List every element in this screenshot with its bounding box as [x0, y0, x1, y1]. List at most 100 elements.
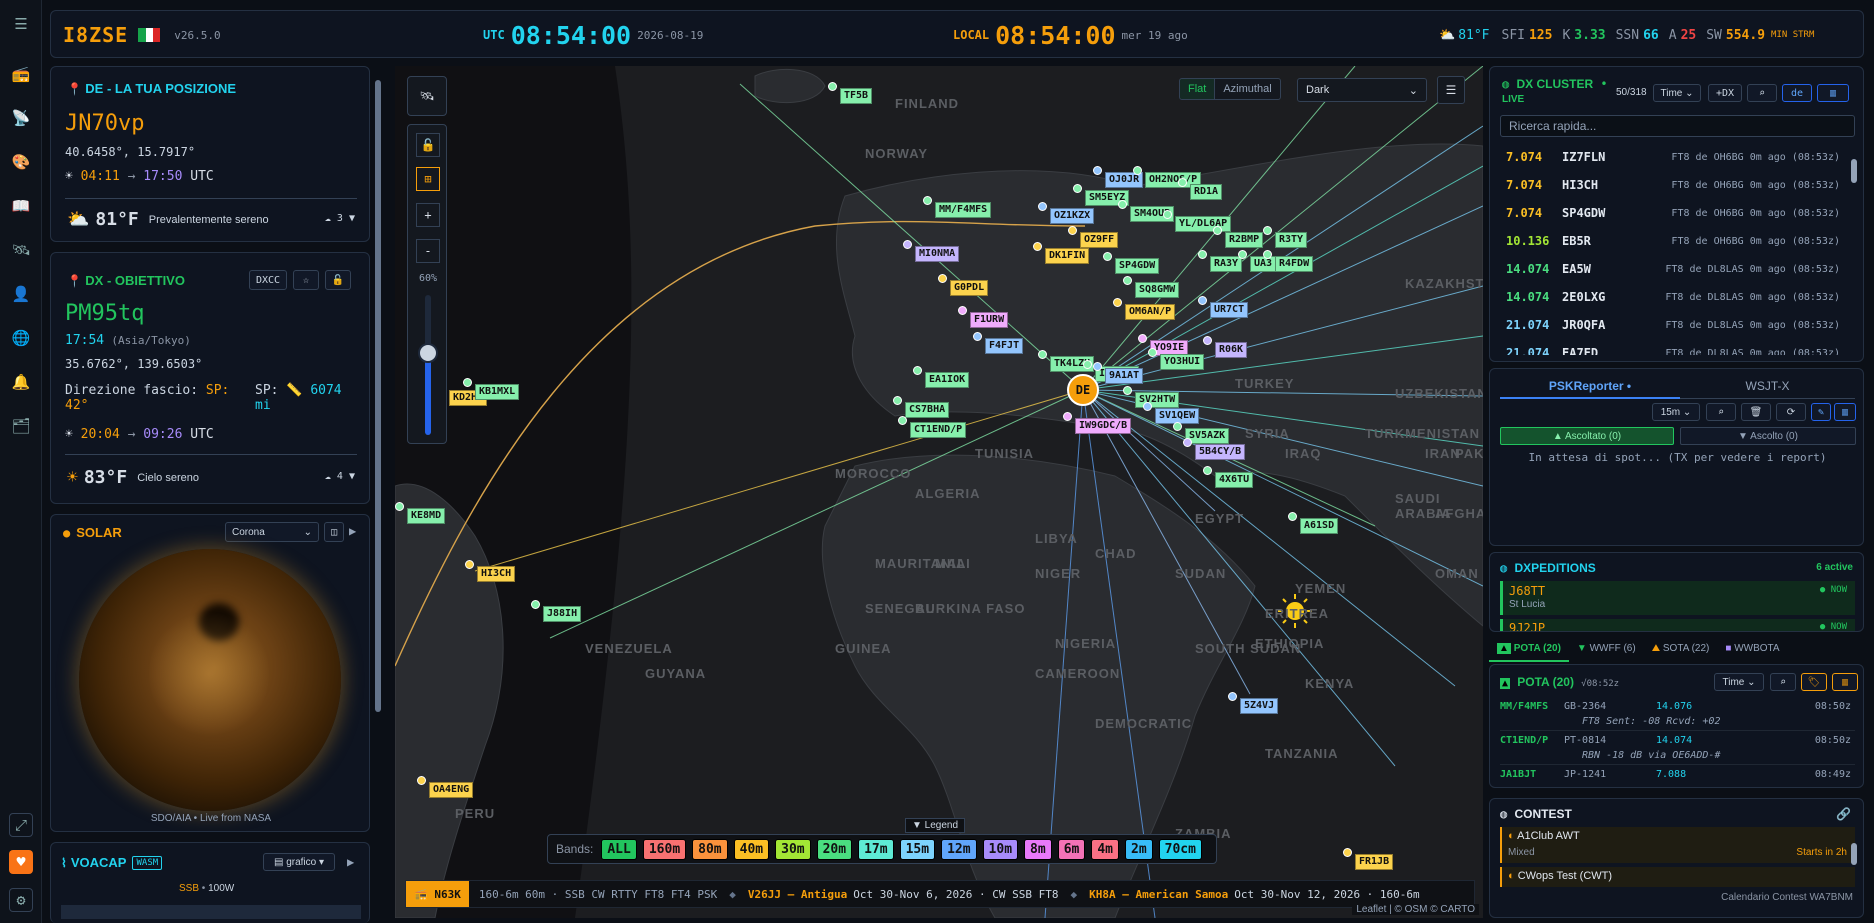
contest-item[interactable]: ◐ CWops Test (CWT)	[1500, 867, 1855, 887]
spot-dot[interactable]	[417, 776, 426, 785]
band-chip-10m[interactable]: 10m	[982, 838, 1019, 860]
spot-dot[interactable]	[463, 378, 472, 387]
callsign-label[interactable]: CT1END/P	[910, 422, 967, 438]
link-icon[interactable]: 🔗	[1836, 807, 1851, 821]
spot-dot[interactable]	[1163, 210, 1172, 219]
callsign-label[interactable]: J88IH	[543, 606, 582, 622]
callsign-label[interactable]: A61SD	[1300, 518, 1339, 534]
tab-wwbota[interactable]: ■ WWBOTA	[1717, 640, 1787, 662]
expand-icon[interactable]: ⤢	[9, 813, 33, 837]
callsign-label[interactable]: KB1MXL	[475, 384, 520, 400]
antenna-icon[interactable]: 📡	[9, 106, 33, 130]
callsign-label[interactable]: R4FDW	[1275, 256, 1314, 272]
cluster-spot-row[interactable]: 10.136 EB5R FT8 de OH6BG 0m ago (08:53z)	[1500, 227, 1840, 255]
tab-wwff[interactable]: ▼ WWFF (6)	[1569, 640, 1644, 662]
callsign-label[interactable]: HI3CH	[477, 566, 516, 582]
play-icon[interactable]: ▶	[349, 524, 356, 538]
band-chip-30m[interactable]: 30m	[775, 838, 811, 860]
dxped-item[interactable]: 9J2JP ● NOW	[1500, 619, 1855, 631]
bell-icon[interactable]: 🔔	[9, 370, 33, 394]
dxped-item[interactable]: J68TT St Lucia ● NOW	[1500, 581, 1855, 615]
spot-dot[interactable]	[1133, 166, 1142, 175]
spot-dot[interactable]	[1198, 296, 1207, 305]
add-dx-button[interactable]: +DX	[1708, 84, 1742, 102]
map-toggle-icon[interactable]: ▥	[1832, 673, 1858, 691]
spot-dot[interactable]	[1203, 466, 1212, 475]
callsign-label[interactable]: G0PDL	[950, 280, 989, 296]
band-chip-80m[interactable]: 80m	[692, 838, 728, 860]
cluster-scrollbar[interactable]	[1851, 159, 1857, 183]
layers-icon[interactable]: 🛰	[407, 76, 447, 116]
tab-pskreporter[interactable]: PSKReporter •	[1500, 379, 1680, 399]
tab-sota[interactable]: ⛰ SOTA (22)	[1644, 640, 1718, 662]
band-chip-160m[interactable]: 160m	[642, 838, 687, 860]
spot-dot[interactable]	[1198, 250, 1207, 259]
zoom-slider-thumb[interactable]	[418, 343, 438, 363]
callsign-label[interactable]: FR1JB	[1355, 854, 1394, 870]
spot-dot[interactable]	[1213, 226, 1222, 235]
lock-map-icon[interactable]: 🔓	[416, 133, 440, 157]
cluster-search-input[interactable]: Ricerca rapida...	[1500, 115, 1855, 137]
spot-dot[interactable]	[973, 332, 982, 341]
callsign-label[interactable]: KE8MD	[407, 508, 446, 524]
spot-dot[interactable]	[1038, 202, 1047, 211]
spot-dot[interactable]	[395, 502, 404, 511]
map-toggle-icon[interactable]: ▥	[1817, 84, 1849, 102]
heart-icon[interactable]: ♥	[9, 850, 33, 874]
spot-dot[interactable]	[898, 416, 907, 425]
tag-icon[interactable]: 🏷	[1801, 673, 1827, 691]
play-icon[interactable]: ▶	[347, 855, 354, 869]
callsign-label[interactable]: IW9GDC/B	[1075, 418, 1132, 434]
search-icon[interactable]: ⌕	[1747, 84, 1777, 102]
callsign-label[interactable]: 9A1AT	[1105, 368, 1144, 384]
de-filter-button[interactable]: de	[1782, 84, 1812, 102]
spot-dot[interactable]	[1073, 184, 1082, 193]
legend-toggle[interactable]: ▼ Legend	[905, 818, 966, 833]
satellite-icon[interactable]: 🛰	[9, 238, 33, 262]
callsign-label[interactable]: MM/F4MFS	[935, 202, 992, 218]
callsign-label[interactable]: R06K	[1215, 342, 1248, 358]
panel-icon[interactable]: 🗂	[9, 414, 33, 438]
spot-dot[interactable]	[1178, 178, 1187, 187]
band-chip-15m[interactable]: 15m	[899, 838, 936, 860]
spot-dot[interactable]	[913, 366, 922, 375]
radio-icon[interactable]: 📻	[9, 62, 33, 86]
spot-dot[interactable]	[1118, 200, 1127, 209]
callsign-label[interactable]: F1URW	[970, 312, 1009, 328]
callsign-label[interactable]: OZ9FF	[1080, 232, 1119, 248]
callsign-label[interactable]: MI0NMA	[915, 246, 960, 262]
band-chip-17m[interactable]: 17m	[858, 838, 894, 860]
callsign-label[interactable]: DK1FIN	[1045, 248, 1090, 264]
de-marker[interactable]: DE	[1067, 374, 1099, 406]
dx-wind[interactable]: ☁ 4 ▼	[325, 471, 355, 482]
zoom-in-button[interactable]: +	[416, 203, 440, 227]
callsign-label[interactable]: YO3HUI	[1160, 354, 1205, 370]
spot-dot[interactable]	[1123, 276, 1132, 285]
spot-dot[interactable]	[903, 240, 912, 249]
band-chip-40m[interactable]: 40m	[733, 838, 770, 860]
spot-dot[interactable]	[1113, 298, 1122, 307]
callsign-label[interactable]: SV2HTW	[1135, 392, 1180, 408]
spot-dot[interactable]	[1033, 242, 1042, 251]
band-chip-all[interactable]: ALL	[601, 838, 637, 860]
contest-footer[interactable]: Calendario Contest WA7BNM	[1721, 892, 1853, 903]
lock-icon[interactable]: 🔓	[325, 270, 351, 290]
band-chip-70cm[interactable]: 70cm	[1158, 838, 1202, 860]
cluster-spot-row[interactable]: 7.074 SP4GDW FT8 de OH6BG 0m ago (08:53z)	[1500, 199, 1840, 227]
spot-dot[interactable]	[1173, 422, 1182, 431]
spot-dot[interactable]	[1103, 252, 1112, 261]
spot-dot[interactable]	[1068, 226, 1077, 235]
callsign-label[interactable]: RA3Y	[1210, 256, 1243, 272]
cluster-spot-row[interactable]: 21.074 EA7FD FT8 de DL8LAS 0m ago (08:53z)	[1500, 339, 1840, 355]
spot-dot[interactable]	[1288, 512, 1297, 521]
band-chip-20m[interactable]: 20m	[816, 838, 853, 860]
callsign-label[interactable]: EA1IOK	[925, 372, 970, 388]
callsign-label[interactable]: UR7CT	[1210, 302, 1249, 318]
grid-icon[interactable]: ⊞	[416, 167, 440, 191]
spot-dot[interactable]	[1228, 692, 1237, 701]
azimuthal-button[interactable]: Azimuthal	[1215, 79, 1279, 99]
trash-icon[interactable]: 🗑	[1741, 403, 1771, 421]
spot-dot[interactable]	[1238, 250, 1247, 259]
spot-dot[interactable]	[1203, 336, 1212, 345]
band-chip-6m[interactable]: 6m	[1057, 838, 1086, 860]
